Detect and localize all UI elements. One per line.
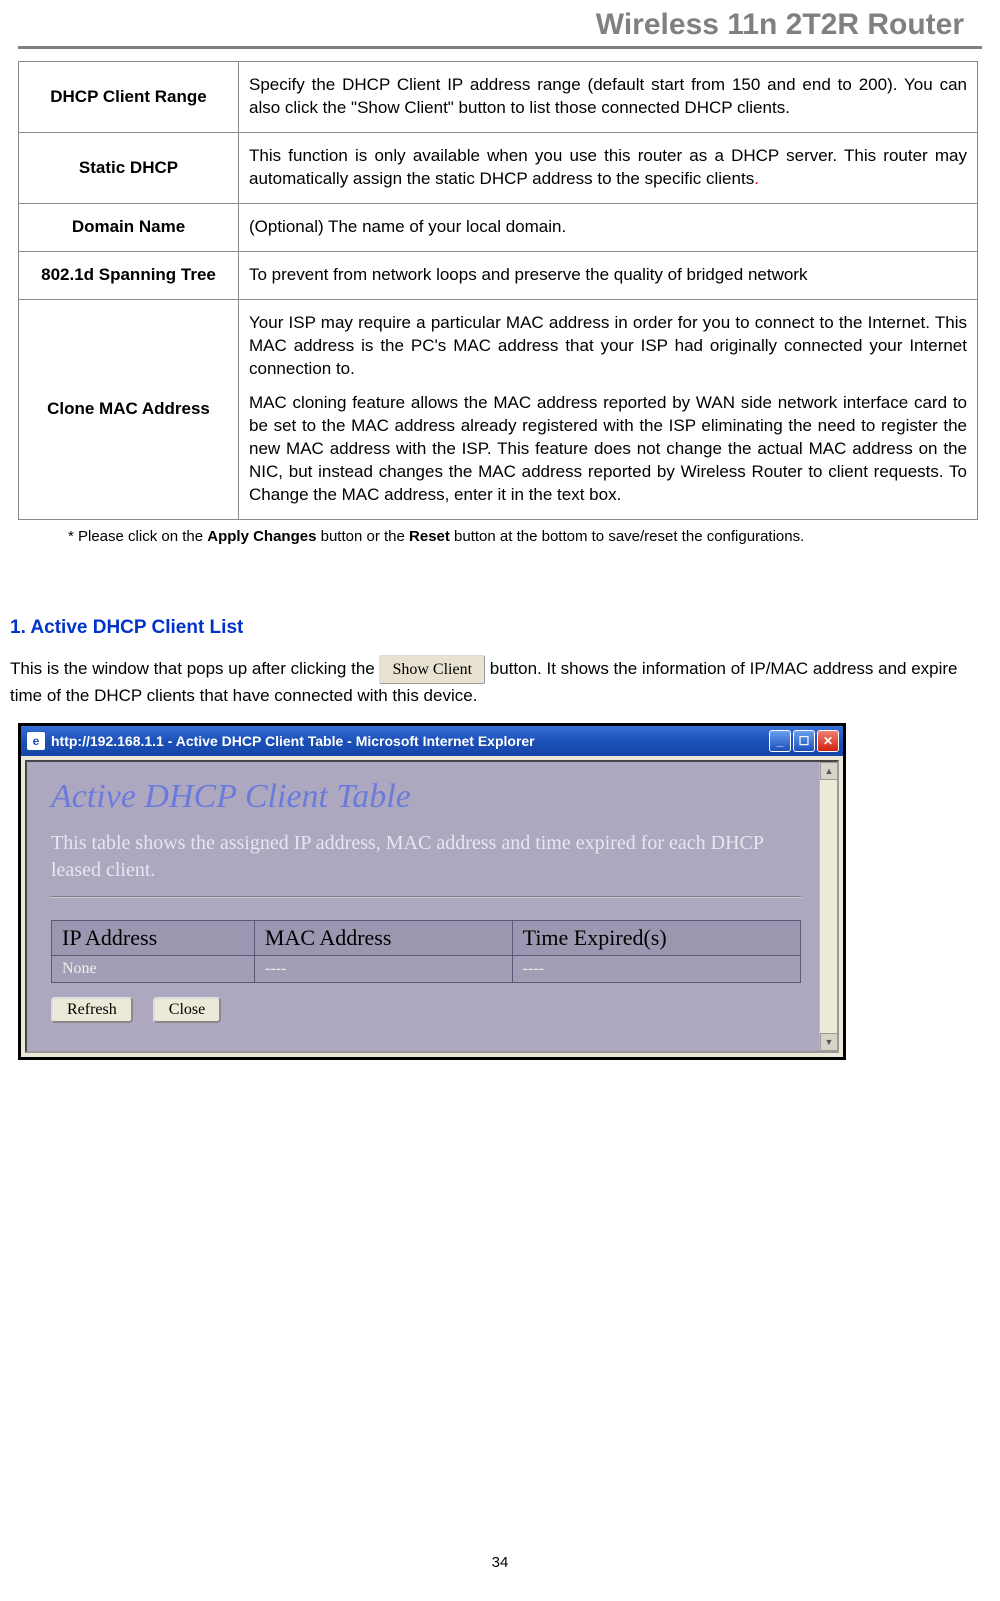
popup-heading: Active DHCP Client Table <box>51 778 801 816</box>
config-desc: This function is only available when you… <box>239 132 978 203</box>
popup-titlebar: e http://192.168.1.1 - Active DHCP Clien… <box>21 726 843 756</box>
config-desc: To prevent from network loops and preser… <box>239 251 978 299</box>
config-desc-p1: Your ISP may require a particular MAC ad… <box>249 312 967 381</box>
divider <box>51 896 801 898</box>
scroll-up-icon[interactable]: ▲ <box>820 762 838 780</box>
table-row: Static DHCP This function is only availa… <box>19 132 978 203</box>
table-row: Domain Name (Optional) The name of your … <box>19 203 978 251</box>
config-desc: (Optional) The name of your local domain… <box>239 203 978 251</box>
cell-ip: None <box>52 955 255 982</box>
apply-reset-note: * Please click on the Apply Changes butt… <box>68 528 982 545</box>
table-row: None ---- ---- <box>52 955 801 982</box>
col-time-expired: Time Expired(s) <box>512 920 800 955</box>
show-client-button-image: Show Client <box>379 655 485 684</box>
table-row: DHCP Client Range Specify the DHCP Clien… <box>19 62 978 133</box>
popup-window: e http://192.168.1.1 - Active DHCP Clien… <box>18 723 846 1060</box>
refresh-button[interactable]: Refresh <box>51 997 133 1023</box>
config-name: 802.1d Spanning Tree <box>19 251 239 299</box>
config-desc-p2: MAC cloning feature allows the MAC addre… <box>249 392 967 507</box>
cell-mac: ---- <box>254 955 512 982</box>
close-button[interactable]: Close <box>153 997 221 1023</box>
section-body: This is the window that pops up after cl… <box>10 655 990 709</box>
page-number: 34 <box>0 1554 1000 1571</box>
cell-time: ---- <box>512 955 800 982</box>
period-accent: . <box>754 169 759 188</box>
config-desc: Specify the DHCP Client IP address range… <box>239 62 978 133</box>
scrollbar[interactable]: ▲ ▼ <box>819 762 837 1051</box>
config-name: Clone MAC Address <box>19 299 239 520</box>
section-heading: 1. Active DHCP Client List <box>10 617 982 639</box>
table-row: Clone MAC Address Your ISP may require a… <box>19 299 978 520</box>
popup-titlebar-text: http://192.168.1.1 - Active DHCP Client … <box>51 733 769 749</box>
dhcp-client-table: IP Address MAC Address Time Expired(s) N… <box>51 920 801 983</box>
table-row: 802.1d Spanning Tree To prevent from net… <box>19 251 978 299</box>
col-mac-address: MAC Address <box>254 920 512 955</box>
scroll-down-icon[interactable]: ▼ <box>820 1033 838 1051</box>
config-table: DHCP Client Range Specify the DHCP Clien… <box>18 61 978 520</box>
ie-icon: e <box>27 732 45 750</box>
minimize-icon[interactable]: _ <box>769 730 791 752</box>
page-header-title: Wireless 11n 2T2R Router <box>18 0 982 49</box>
close-icon[interactable]: ✕ <box>817 730 839 752</box>
table-header-row: IP Address MAC Address Time Expired(s) <box>52 920 801 955</box>
config-name: DHCP Client Range <box>19 62 239 133</box>
config-name: Static DHCP <box>19 132 239 203</box>
config-desc: Your ISP may require a particular MAC ad… <box>239 299 978 520</box>
maximize-icon[interactable]: ☐ <box>793 730 815 752</box>
col-ip-address: IP Address <box>52 920 255 955</box>
popup-description: This table shows the assigned IP address… <box>51 830 801 884</box>
config-name: Domain Name <box>19 203 239 251</box>
